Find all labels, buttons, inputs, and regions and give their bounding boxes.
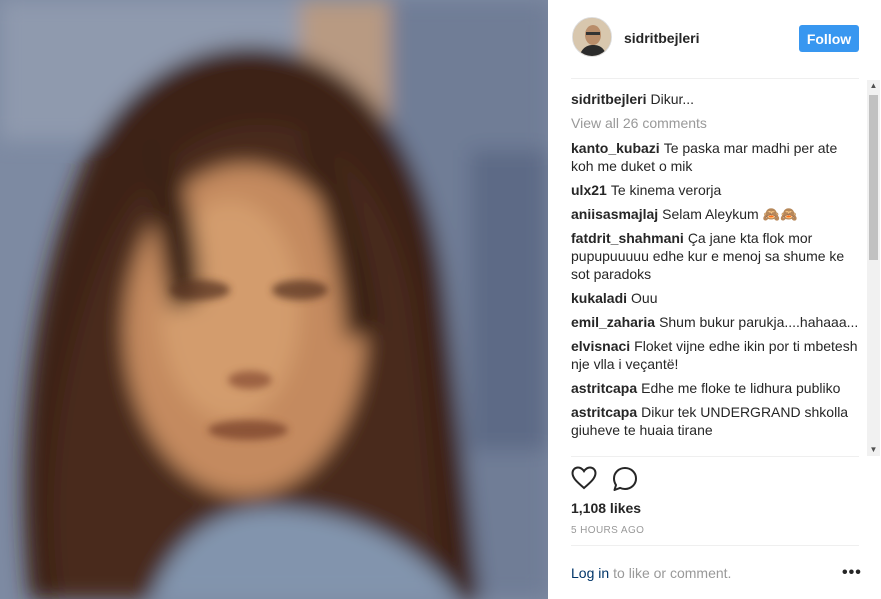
comment-item: kanto_kubazi Te paska mar madhi per ate k… [571,139,861,175]
avatar-image [573,18,611,56]
portrait-image [0,0,548,599]
comment-items: kanto_kubazi Te paska mar madhi per ate k… [571,139,861,439]
follow-button[interactable]: Follow [799,25,859,52]
post-sidebar: sidritbejleri Follow sidritbejleri Dikur.… [548,0,881,599]
login-suffix: to like or comment. [613,565,732,581]
comment-text: Edhe me floke te lidhura publiko [641,380,841,396]
comment-text: Shum bukur parukja....hahaaa... [659,314,859,330]
comment-item: astritcapa Edhe me floke te lidhura publi… [571,379,861,397]
comment-item: astritcapa Dikur tek UNDERGRAND shkolla g… [571,403,861,439]
scrollbar-thumb[interactable] [869,95,878,260]
comment-username[interactable]: emil_zaharia [571,314,655,330]
scroll-up-arrow-icon[interactable]: ▲ [867,80,880,92]
comment-text: Ouu [631,290,658,306]
login-link[interactable]: Log in [571,565,609,581]
header-divider [571,78,859,79]
caption-text: Dikur... [650,91,695,107]
comment-username[interactable]: kanto_kubazi [571,140,660,156]
post-photo[interactable] [0,0,548,599]
comment-username[interactable]: astritcapa [571,404,637,420]
caption: sidritbejleri Dikur... [571,90,861,108]
comment-username[interactable]: elvisnaci [571,338,630,354]
comment-username[interactable]: aniisasmajlaj [571,206,658,222]
comment-icon[interactable] [612,466,638,497]
comment-item: ulx21 Te kinema verorja [571,181,861,199]
comment-item: fatdrit_shahmani Ça jane kta flok mor pup… [571,229,861,283]
avatar[interactable] [572,17,612,57]
comments-scrollbar[interactable]: ▲ ▼ [867,80,880,456]
comment-username[interactable]: ulx21 [571,182,607,198]
comment-item: elvisnaci Floket vijne edhe ikin por ti m… [571,337,861,373]
actions-divider [571,456,859,457]
caption-username[interactable]: sidritbejleri [571,91,646,107]
comment-username[interactable]: astritcapa [571,380,637,396]
comment-item: kukaladi Ouu [571,289,861,307]
heart-icon[interactable] [571,466,597,495]
more-options-icon[interactable]: ••• [842,564,862,582]
post-time[interactable]: 5 HOURS AGO [571,525,644,536]
login-prompt: Log in to like or comment. [571,565,731,581]
scroll-down-arrow-icon[interactable]: ▼ [867,444,880,456]
comment-username[interactable]: fatdrit_shahmani [571,230,684,246]
view-all-comments-link[interactable]: View all 26 comments [571,114,861,132]
likes-count[interactable]: 1,108 likes [571,500,641,516]
comment-text: Selam Aleykum 🙈🙈 [662,206,798,222]
comments-list[interactable]: sidritbejleri Dikur... View all 26 commen… [571,90,861,458]
header-username[interactable]: sidritbejleri [624,30,699,46]
footer-divider [571,545,859,546]
comment-item: aniisasmajlaj Selam Aleykum 🙈🙈 [571,205,861,223]
comment-username[interactable]: kukaladi [571,290,627,306]
post-header: sidritbejleri Follow [548,0,881,78]
comment-text: Te kinema verorja [610,182,722,198]
comment-item: emil_zaharia Shum bukur parukja....hahaaa… [571,313,861,331]
